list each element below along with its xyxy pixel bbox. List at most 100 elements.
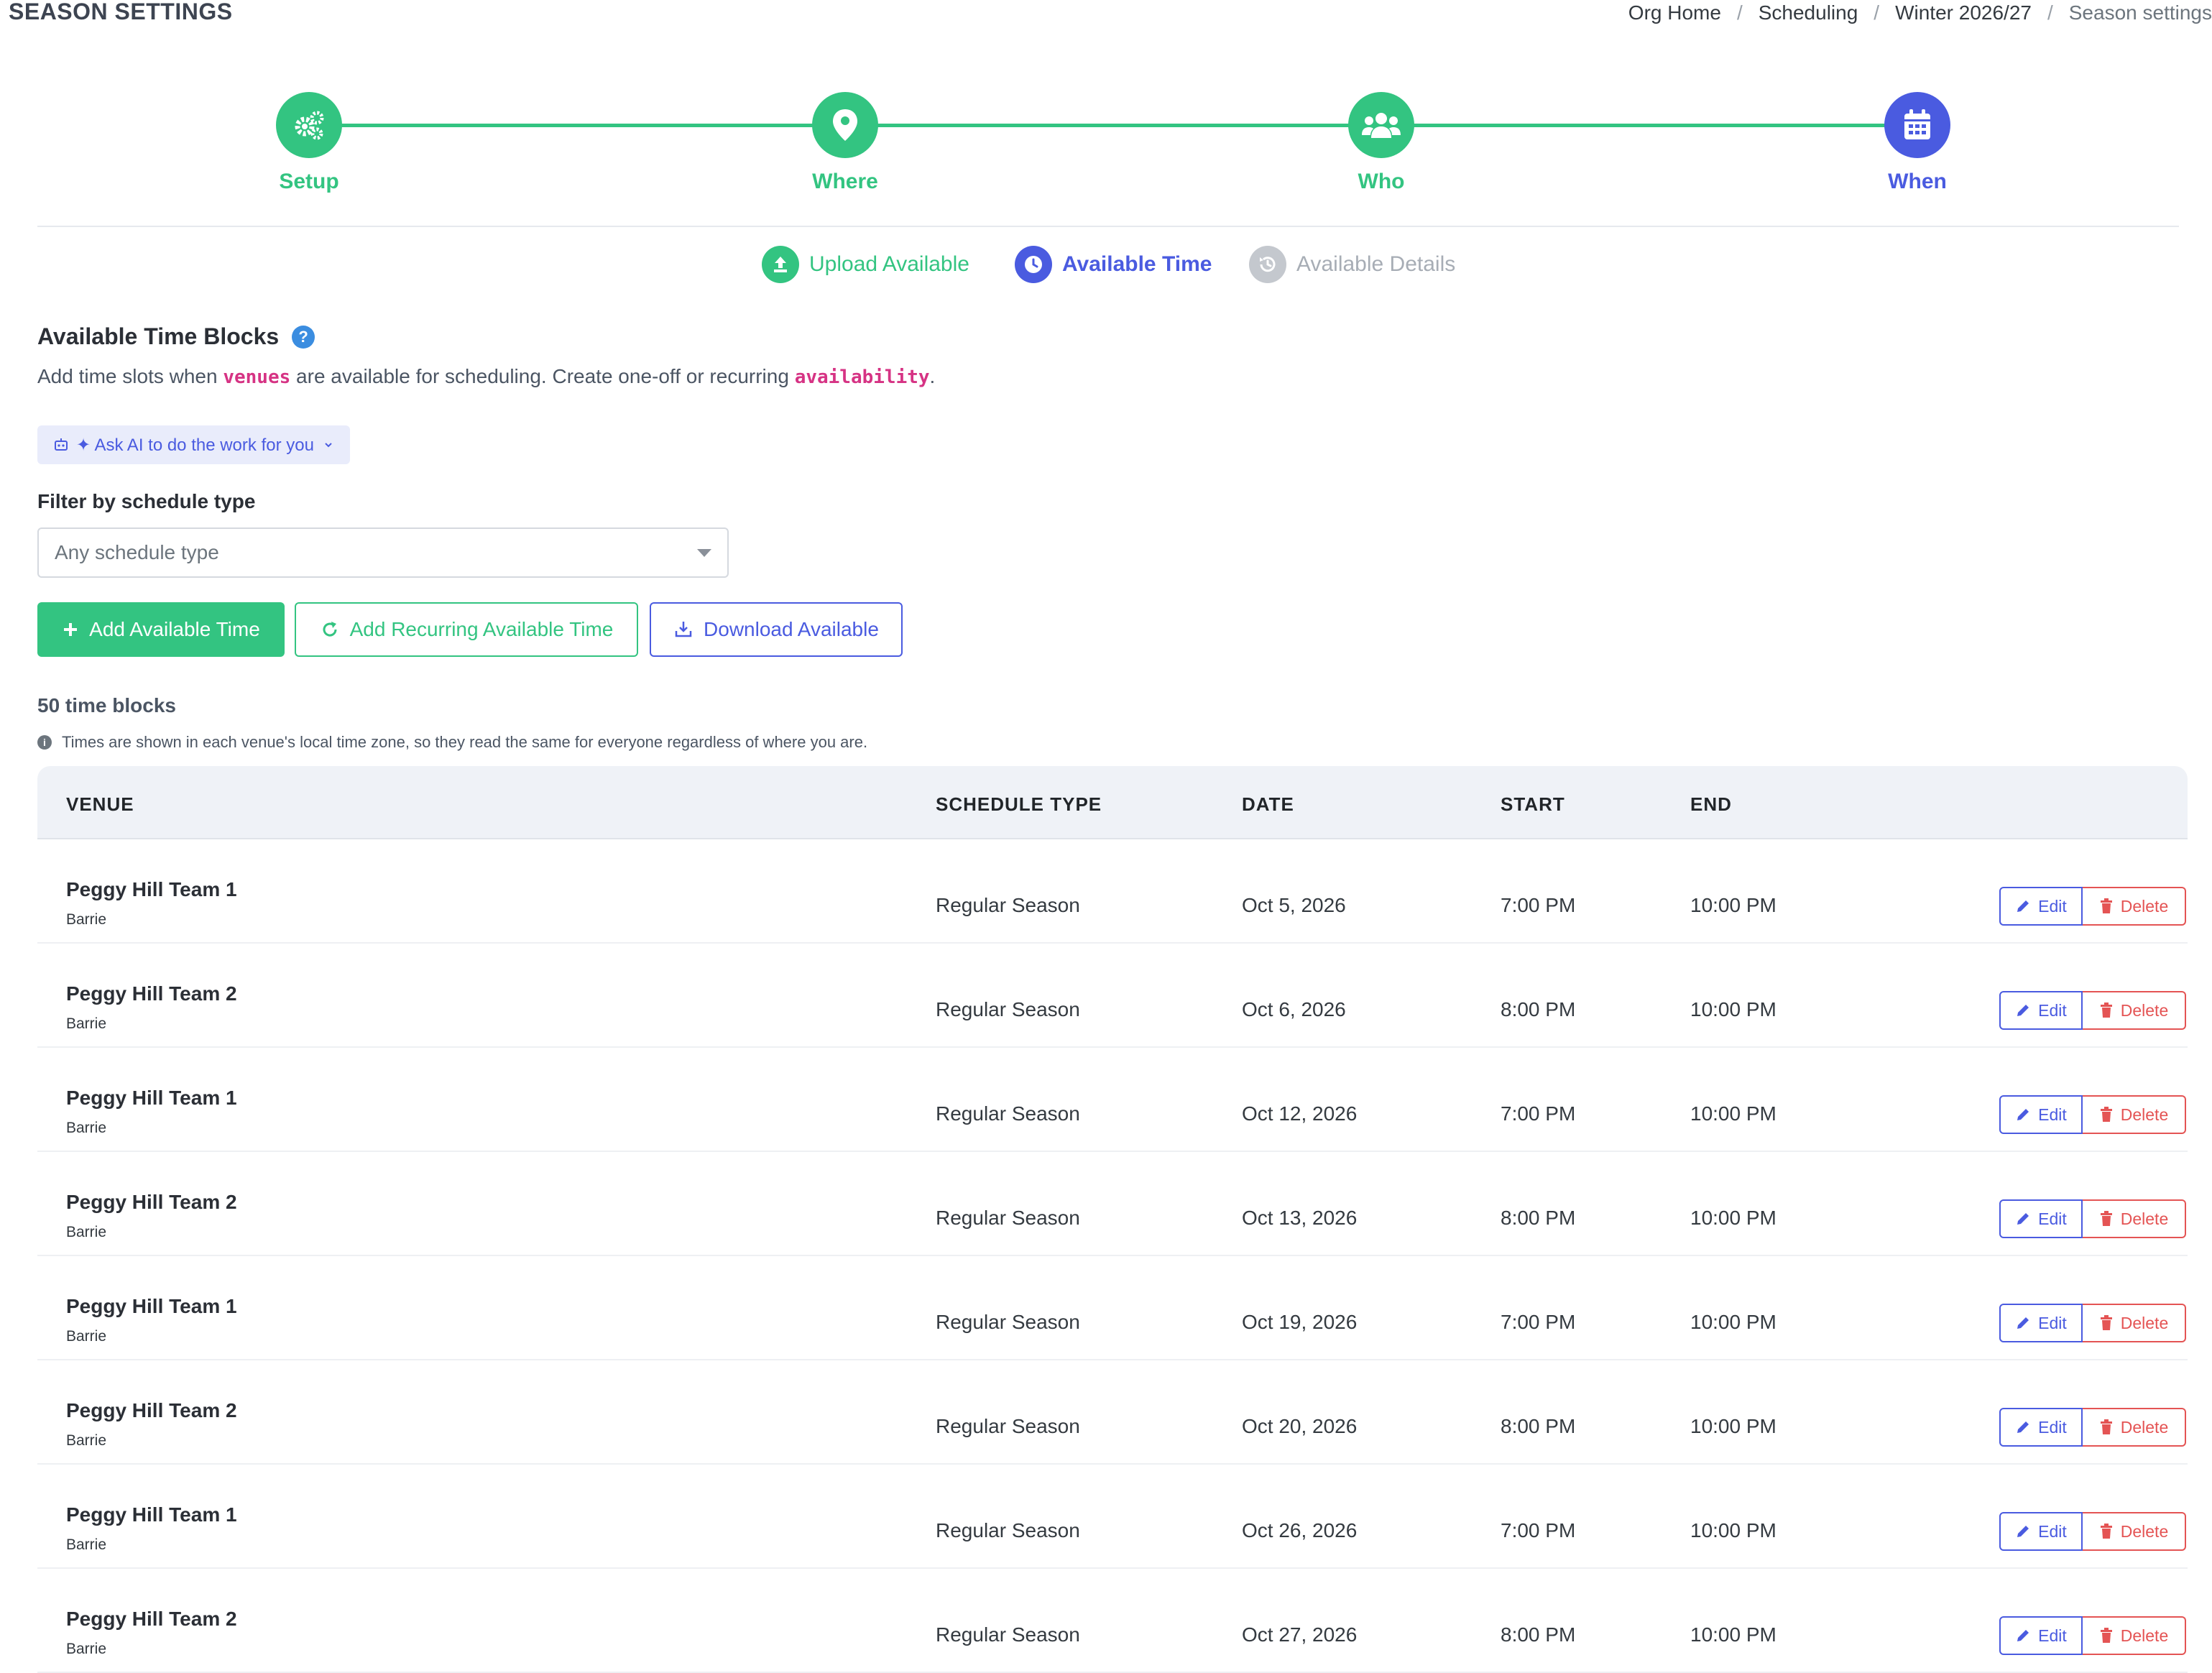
breadcrumb-scheduling[interactable]: Scheduling (1759, 1, 1858, 24)
ask-ai-button[interactable]: ✦ Ask AI to do the work for you (37, 425, 350, 464)
add-available-time-label: Add Available Time (89, 618, 260, 640)
date-cell: Oct 27, 2026 (1242, 1623, 1358, 1646)
time-block-count: 50 time blocks (37, 694, 176, 716)
step-where-label[interactable]: Where (773, 170, 917, 194)
start-cell: 8:00 PM (1501, 1623, 1576, 1646)
gears-icon (295, 111, 324, 140)
venue-name: Peggy Hill Team 1 (66, 1087, 237, 1109)
delete-button[interactable]: Delete (2083, 887, 2186, 926)
breadcrumb-separator: / (1736, 1, 1743, 24)
step-when-label[interactable]: When (1845, 170, 1989, 194)
end-cell: 10:00 PM (1690, 1102, 1776, 1125)
substep-details-label: Available Details (1296, 252, 1456, 276)
delete-label: Delete (2120, 1000, 2169, 1020)
trash-icon (2100, 1211, 2112, 1226)
breadcrumb-current: Season settings (2068, 1, 2212, 24)
column-date[interactable]: DATE (1242, 793, 1294, 816)
section-description: Add time slots when venues are available… (37, 365, 935, 388)
substep-upload-available[interactable]: Upload Available (762, 244, 969, 285)
edit-button[interactable]: Edit (1999, 1199, 2083, 1238)
date-cell: Oct 20, 2026 (1242, 1415, 1358, 1437)
trash-icon (2100, 1524, 2112, 1539)
edit-button[interactable]: Edit (1999, 1512, 2083, 1551)
caret-down-icon (697, 549, 711, 557)
step-where[interactable] (812, 92, 878, 158)
divider (37, 226, 2179, 227)
table-row (37, 1569, 2188, 1673)
step-when[interactable] (1884, 92, 1950, 158)
edit-label: Edit (2038, 1417, 2067, 1437)
venue-city: Barrie (66, 1015, 107, 1032)
substep-available-time[interactable]: Available Time (1015, 244, 1212, 285)
edit-label: Edit (2038, 1105, 2067, 1124)
edit-button[interactable]: Edit (1999, 1304, 2083, 1342)
timezone-note-text: Times are shown in each venue's local ti… (62, 733, 868, 751)
step-setup[interactable] (276, 92, 342, 158)
edit-label: Edit (2038, 1000, 2067, 1020)
section-title-text: Available Time Blocks (37, 323, 280, 349)
date-cell: Oct 13, 2026 (1242, 1207, 1358, 1229)
edit-button[interactable]: Edit (1999, 1408, 2083, 1447)
start-cell: 7:00 PM (1501, 894, 1576, 916)
edit-label: Edit (2038, 896, 2067, 916)
delete-button[interactable]: Delete (2083, 991, 2186, 1030)
schedule-type-cell: Regular Season (936, 1102, 1080, 1125)
delete-button[interactable]: Delete (2083, 1616, 2186, 1655)
users-icon (1362, 113, 1401, 138)
column-schedule-type[interactable]: SCHEDULE TYPE (936, 793, 1102, 816)
end-cell: 10:00 PM (1690, 1207, 1776, 1229)
edit-button[interactable]: Edit (1999, 887, 2083, 926)
edit-button[interactable]: Edit (1999, 1616, 2083, 1655)
column-venue[interactable]: VENUE (66, 793, 134, 816)
trash-icon (2100, 1107, 2112, 1122)
edit-label: Edit (2038, 1521, 2067, 1541)
column-end[interactable]: END (1690, 793, 1732, 816)
desc-text: Add time slots when (37, 365, 223, 387)
step-who[interactable] (1348, 92, 1414, 158)
delete-button[interactable]: Delete (2083, 1095, 2186, 1134)
clock-icon (1015, 246, 1052, 283)
delete-label: Delete (2120, 1313, 2169, 1332)
start-cell: 8:00 PM (1501, 1207, 1576, 1229)
section-title: Available Time Blocks ? (37, 323, 315, 350)
add-available-time-button[interactable]: Add Available Time (37, 602, 285, 657)
delete-button[interactable]: Delete (2083, 1199, 2186, 1238)
info-icon: i (37, 735, 52, 750)
ask-ai-label: ✦ Ask AI to do the work for you (76, 435, 314, 455)
edit-button[interactable]: Edit (1999, 991, 2083, 1030)
desc-text: . (929, 365, 936, 387)
start-cell: 7:00 PM (1501, 1519, 1576, 1541)
schedule-type-cell: Regular Season (936, 894, 1080, 916)
breadcrumb: Org Home / Scheduling / Winter 2026/27 /… (1628, 1, 2212, 24)
substep-available-details[interactable]: Available Details (1249, 244, 1455, 285)
delete-button[interactable]: Delete (2083, 1304, 2186, 1342)
breadcrumb-season[interactable]: Winter 2026/27 (1895, 1, 2032, 24)
end-cell: 10:00 PM (1690, 1415, 1776, 1437)
start-cell: 7:00 PM (1501, 1311, 1576, 1333)
schedule-type-cell: Regular Season (936, 1415, 1080, 1437)
trash-icon (2100, 898, 2112, 913)
column-start[interactable]: START (1501, 793, 1565, 816)
pencil-icon (2017, 1213, 2029, 1225)
end-cell: 10:00 PM (1690, 998, 1776, 1020)
download-available-button[interactable]: Download Available (650, 602, 903, 657)
step-setup-label[interactable]: Setup (237, 170, 381, 194)
date-cell: Oct 12, 2026 (1242, 1102, 1358, 1125)
add-recurring-label: Add Recurring Available Time (349, 618, 614, 640)
edit-button[interactable]: Edit (1999, 1095, 2083, 1134)
table-row (37, 1048, 2188, 1152)
refresh-icon (323, 622, 337, 637)
table-row (37, 1465, 2188, 1569)
delete-button[interactable]: Delete (2083, 1512, 2186, 1551)
add-recurring-available-time-button[interactable]: Add Recurring Available Time (295, 602, 638, 657)
help-icon[interactable]: ? (292, 325, 315, 349)
desc-text: are available for scheduling. Create one… (290, 365, 795, 387)
pencil-icon (2017, 1630, 2029, 1641)
venue-city: Barrie (66, 911, 107, 928)
breadcrumb-org-home[interactable]: Org Home (1628, 1, 1721, 24)
delete-button[interactable]: Delete (2083, 1408, 2186, 1447)
schedule-type-select[interactable]: Any schedule type (37, 527, 729, 578)
desc-code-availability: availability (794, 367, 930, 388)
step-who-label[interactable]: Who (1309, 170, 1453, 194)
start-cell: 7:00 PM (1501, 1102, 1576, 1125)
